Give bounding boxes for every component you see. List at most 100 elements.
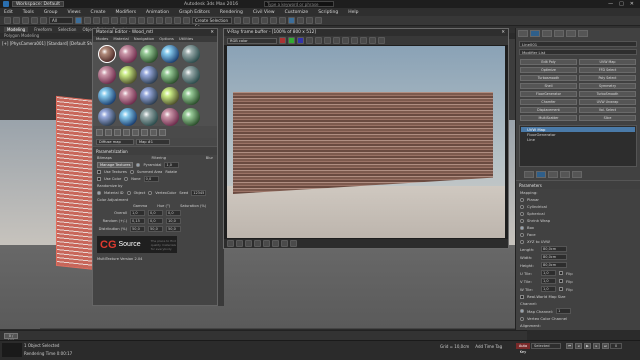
material-slot[interactable] bbox=[119, 87, 137, 105]
pyramidal-radio[interactable] bbox=[136, 163, 141, 167]
mirror-icon[interactable] bbox=[234, 17, 241, 24]
summed-area-radio[interactable] bbox=[129, 170, 134, 174]
remove-modifier-icon[interactable] bbox=[560, 171, 570, 178]
w-tile-spinner[interactable]: 1,0 bbox=[541, 286, 556, 292]
vertex-color-radio[interactable] bbox=[148, 191, 153, 195]
map-type-button[interactable]: Map #1 bbox=[136, 139, 170, 145]
modifier-button[interactable]: MultiScatter bbox=[520, 115, 577, 121]
xyz-to-uvw-radio[interactable] bbox=[520, 239, 524, 244]
width-spinner[interactable]: 80,0cm bbox=[541, 254, 567, 260]
object-radio[interactable] bbox=[126, 191, 131, 195]
exposure-icon[interactable] bbox=[254, 240, 261, 247]
menu-material[interactable]: Material bbox=[113, 36, 128, 42]
random-saturation-spinner[interactable]: 10,0 bbox=[166, 218, 181, 224]
menu-edit[interactable]: Edit bbox=[4, 10, 13, 15]
map-channel-radio[interactable] bbox=[520, 309, 524, 313]
modifier-button[interactable]: Vol. Select bbox=[579, 107, 636, 113]
alpha-channel-icon[interactable] bbox=[306, 37, 313, 44]
material-slot[interactable] bbox=[161, 87, 179, 105]
levels-icon[interactable] bbox=[236, 240, 243, 247]
use-textures-checkbox[interactable] bbox=[97, 170, 101, 174]
close-icon[interactable]: ✕ bbox=[501, 29, 505, 36]
current-frame-field[interactable]: 0 bbox=[610, 343, 622, 349]
cylindrical-radio[interactable] bbox=[520, 204, 524, 209]
region-render-icon[interactable] bbox=[369, 37, 376, 44]
bind-space-warp-icon[interactable] bbox=[40, 17, 47, 24]
hierarchy-tab-icon[interactable] bbox=[542, 30, 552, 37]
w-flip-checkbox[interactable] bbox=[559, 287, 563, 291]
menu-rendering[interactable]: Rendering bbox=[220, 10, 243, 15]
modifier-button[interactable]: Shell bbox=[520, 83, 577, 89]
u-flip-checkbox[interactable] bbox=[559, 271, 563, 275]
section-header[interactable]: Parametrization bbox=[93, 146, 217, 155]
curve-editor-icon[interactable] bbox=[270, 17, 277, 24]
distribution-gamma-spinner[interactable]: 50,0 bbox=[130, 226, 145, 232]
spinner-snap-icon[interactable] bbox=[183, 17, 190, 24]
v-flip-checkbox[interactable] bbox=[559, 279, 563, 283]
go-to-parent-icon[interactable] bbox=[150, 129, 157, 136]
link-icon[interactable] bbox=[22, 17, 29, 24]
tab-freeform[interactable]: Freeform bbox=[34, 27, 52, 32]
move-icon[interactable] bbox=[111, 17, 118, 24]
modifier-button[interactable]: FloorGenerator bbox=[520, 91, 577, 97]
material-slot[interactable] bbox=[119, 45, 137, 63]
menu-animation[interactable]: Animation bbox=[146, 10, 169, 15]
material-slot[interactable] bbox=[98, 108, 116, 126]
modifier-button[interactable]: Edit Poly bbox=[520, 59, 577, 65]
go-to-start-icon[interactable]: ⏮ bbox=[566, 343, 573, 349]
select-object-icon[interactable] bbox=[75, 17, 82, 24]
object-name-field[interactable]: Line001 bbox=[519, 41, 637, 47]
overall-hue-spinner[interactable]: 0,0 bbox=[148, 210, 163, 216]
viewport-label[interactable]: [+] [PhysCamera001] [Standard] [Default … bbox=[2, 41, 105, 46]
modifier-button[interactable]: Chamfer bbox=[520, 99, 577, 105]
blue-channel-icon[interactable] bbox=[297, 37, 304, 44]
brick-wall-object[interactable] bbox=[56, 95, 96, 271]
menu-customize[interactable]: Customize bbox=[285, 10, 309, 15]
motion-tab-icon[interactable] bbox=[554, 30, 564, 37]
material-slot[interactable] bbox=[182, 66, 200, 84]
material-id-radio[interactable] bbox=[97, 191, 101, 195]
material-name-field[interactable]: Diffuse map bbox=[96, 139, 134, 145]
planar-radio[interactable] bbox=[520, 197, 524, 202]
blur-spinner[interactable]: 1,0 bbox=[164, 162, 180, 168]
show-map-icon[interactable] bbox=[141, 129, 148, 136]
modifier-button[interactable]: UVW Unwrap bbox=[579, 99, 636, 105]
modifier-button[interactable]: TurboSmooth bbox=[579, 91, 636, 97]
close-button[interactable]: ✕ bbox=[630, 1, 634, 7]
pin-stack-icon[interactable] bbox=[524, 171, 534, 178]
load-image-icon[interactable] bbox=[333, 37, 340, 44]
display-tab-icon[interactable] bbox=[566, 30, 576, 37]
clear-image-icon[interactable] bbox=[342, 37, 349, 44]
play-icon[interactable]: ▶ bbox=[584, 343, 591, 349]
app-icon[interactable] bbox=[3, 1, 9, 7]
search-input[interactable]: Type a keyword or phrase bbox=[264, 1, 335, 7]
shrink-wrap-radio[interactable] bbox=[520, 218, 524, 223]
maxscript-listener[interactable] bbox=[2, 343, 22, 357]
region-select-icon[interactable] bbox=[93, 17, 100, 24]
configure-sets-icon[interactable] bbox=[572, 171, 582, 178]
red-channel-icon[interactable] bbox=[279, 37, 286, 44]
mono-icon[interactable] bbox=[315, 37, 322, 44]
map-channel-spinner[interactable]: 1 bbox=[556, 308, 572, 314]
menu-tools[interactable]: Tools bbox=[23, 10, 34, 15]
pixel-info-icon[interactable] bbox=[281, 240, 288, 247]
material-slot[interactable] bbox=[140, 45, 158, 63]
get-material-icon[interactable] bbox=[96, 129, 103, 136]
render-setup-icon[interactable] bbox=[297, 17, 304, 24]
select-by-name-icon[interactable] bbox=[84, 17, 91, 24]
material-slot[interactable] bbox=[182, 108, 200, 126]
v-tile-spinner[interactable]: 1,0 bbox=[541, 278, 556, 284]
material-slot[interactable] bbox=[140, 87, 158, 105]
distribution-saturation-spinner[interactable]: 50,0 bbox=[166, 226, 181, 232]
render-icon[interactable] bbox=[315, 17, 322, 24]
reference-coord-icon[interactable] bbox=[138, 17, 145, 24]
face-radio[interactable] bbox=[520, 232, 524, 237]
redo-icon[interactable] bbox=[13, 17, 20, 24]
material-editor-icon[interactable] bbox=[288, 17, 295, 24]
length-spinner[interactable]: 80,0cm bbox=[541, 246, 567, 252]
menu-help[interactable]: Help bbox=[348, 10, 358, 15]
material-slot[interactable] bbox=[161, 66, 179, 84]
stack-item[interactable]: Line bbox=[521, 137, 635, 142]
pivot-icon[interactable] bbox=[147, 17, 154, 24]
maximize-button[interactable]: □ bbox=[619, 1, 624, 7]
